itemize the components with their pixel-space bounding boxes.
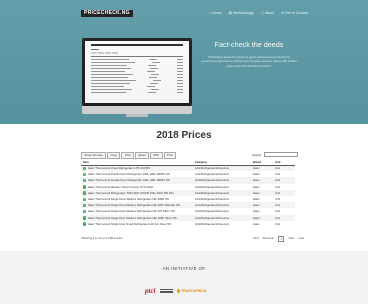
site-logo[interactable]: PRICECHECK.NG	[81, 10, 133, 17]
monitor-illustration: ▬▬▬	[82, 38, 192, 117]
footer	[0, 251, 368, 304]
expand-row-icon[interactable]: +	[83, 203, 87, 208]
brand-cell: Haier	[253, 221, 260, 226]
unit-cell: Unit	[275, 221, 280, 226]
trustafrica-mark-icon	[176, 289, 180, 293]
screen-row	[91, 68, 183, 70]
monitor-screen: ▬▬▬	[85, 41, 189, 103]
item-name: Haier Thermocool Double Door Refrigerato…	[87, 172, 170, 177]
hero-tagline: Fact-check the deeds	[214, 40, 284, 49]
nav-contact-label: Get In Contact	[285, 11, 309, 15]
search-label: Search:	[252, 152, 262, 157]
item-name: Haier Thermocool Single Door Medium Refr…	[87, 215, 177, 220]
print-button[interactable]: Print	[163, 152, 177, 159]
item-name: Haier Thermocool Double Door Refrigerato…	[87, 178, 170, 183]
expand-row-icon[interactable]: +	[83, 178, 87, 183]
expand-row-icon[interactable]: +	[83, 172, 87, 177]
expand-row-icon[interactable]: +	[83, 221, 87, 226]
page: PRICECHECK.NG ⌂Home ▤Methodology ⓘAbout …	[0, 0, 368, 304]
nav-home[interactable]: ⌂Home	[209, 10, 222, 17]
screen-row	[91, 89, 183, 91]
mail-icon: ✉	[281, 11, 285, 15]
monitor-chin	[82, 106, 192, 114]
screen-row	[91, 71, 183, 73]
expand-row-icon[interactable]: +	[83, 166, 87, 171]
nav-methodology-label: Methodology	[232, 11, 254, 15]
nav-methodology[interactable]: ▤Methodology	[229, 10, 254, 17]
prices-title: 2018 Prices	[156, 130, 212, 141]
screen-row	[91, 65, 183, 67]
item-name: Haier Thermocool Single Door Medium Refr…	[87, 197, 169, 202]
pager-current[interactable]: 1	[277, 236, 285, 242]
screen-row	[91, 92, 183, 94]
screen-table-header	[91, 56, 183, 57]
table-search: Search:	[252, 152, 298, 157]
screen-row	[91, 59, 183, 61]
hero-section: PRICECHECK.NG ⌂Home ▤Methodology ⓘAbout …	[0, 0, 368, 124]
screen-header-bar	[91, 44, 183, 46]
top-nav: ⌂Home ▤Methodology ⓘAbout ✉Get In Contac…	[209, 10, 308, 17]
trustafrica-label: TRUSTAFRICA	[181, 289, 207, 293]
expand-row-icon[interactable]: +	[83, 184, 87, 189]
hero-blurb: PriceCheck tracks the prices of goods an…	[201, 55, 297, 68]
prices-table: Item Category Brand Unit + Haier Thermoco…	[81, 160, 295, 227]
screen-buttons	[91, 52, 118, 54]
expand-row-icon[interactable]: +	[83, 190, 87, 195]
table-row[interactable]: + Haier Thermocool Single Door Small Refr…	[81, 221, 295, 227]
screen-row	[91, 74, 183, 76]
pagination: First Previous 1 Next Last	[253, 236, 304, 242]
pager-last[interactable]: Last	[298, 236, 303, 242]
screen-row	[91, 86, 183, 88]
item-name: Haier Thermocool Refrigerator TWO-WAY DO…	[87, 190, 174, 195]
screen-row	[91, 83, 183, 85]
info-icon: ⓘ	[260, 11, 264, 15]
screen-row	[91, 62, 183, 64]
item-name: Haier Thermocool Medium Chest Freezer HT…	[87, 184, 154, 189]
item-name: Haier Thermocool Single Door Medium Refr…	[87, 209, 175, 214]
table-info: Showing 1 to 10 of 2,198 entries	[81, 236, 123, 240]
monitor-stand	[126, 114, 148, 117]
item-cell: + Haier Thermocool Single Door Small Refr…	[81, 221, 193, 227]
item-name: Haier Thermocool Single Door Medium Refr…	[87, 203, 180, 208]
expand-row-icon[interactable]: +	[83, 197, 87, 201]
nav-contact[interactable]: ✉Get In Contact	[281, 10, 308, 17]
nav-about[interactable]: ⓘAbout	[260, 10, 274, 17]
document-icon: ▤	[228, 11, 232, 15]
expand-row-icon[interactable]: +	[83, 209, 87, 214]
copy-button[interactable]: Copy	[106, 152, 121, 159]
trustafrica-logo[interactable]: TRUSTAFRICA	[176, 289, 207, 293]
search-input[interactable]	[263, 152, 298, 157]
partner-logos: ptci TRUSTAFRICA	[145, 287, 206, 295]
csv-button[interactable]: CSV	[121, 152, 135, 159]
nav-about-label: About	[264, 11, 275, 15]
pager-next[interactable]: Next	[288, 236, 294, 242]
ptci-wordmark	[159, 289, 173, 293]
screen-row	[91, 80, 183, 82]
pager-first[interactable]: First	[253, 236, 259, 242]
screen-row	[91, 77, 183, 79]
table-export-buttons: Show 10 rows Copy CSV Excel PDF Print	[81, 152, 177, 159]
show-rows-button[interactable]: Show 10 rows	[81, 152, 106, 159]
item-name: Haier Thermocool Chest Refrigerator HTF-…	[87, 166, 151, 171]
pdf-button[interactable]: PDF	[150, 152, 163, 159]
item-name: Haier Thermocool Single Door Small Refri…	[87, 221, 172, 226]
excel-button[interactable]: Excel	[135, 152, 150, 159]
category-cell: ACs/Refrigerators/Freezers	[195, 221, 230, 226]
expand-row-icon[interactable]: +	[83, 215, 87, 220]
home-icon: ⌂	[209, 11, 212, 15]
ptci-logo[interactable]: ptci	[145, 287, 156, 295]
screen-heading: ▬▬▬	[91, 48, 99, 51]
initiative-label: AN INITIATIVE OF	[162, 266, 206, 271]
nav-home-label: Home	[212, 11, 222, 15]
pager-previous[interactable]: Previous	[263, 236, 274, 242]
